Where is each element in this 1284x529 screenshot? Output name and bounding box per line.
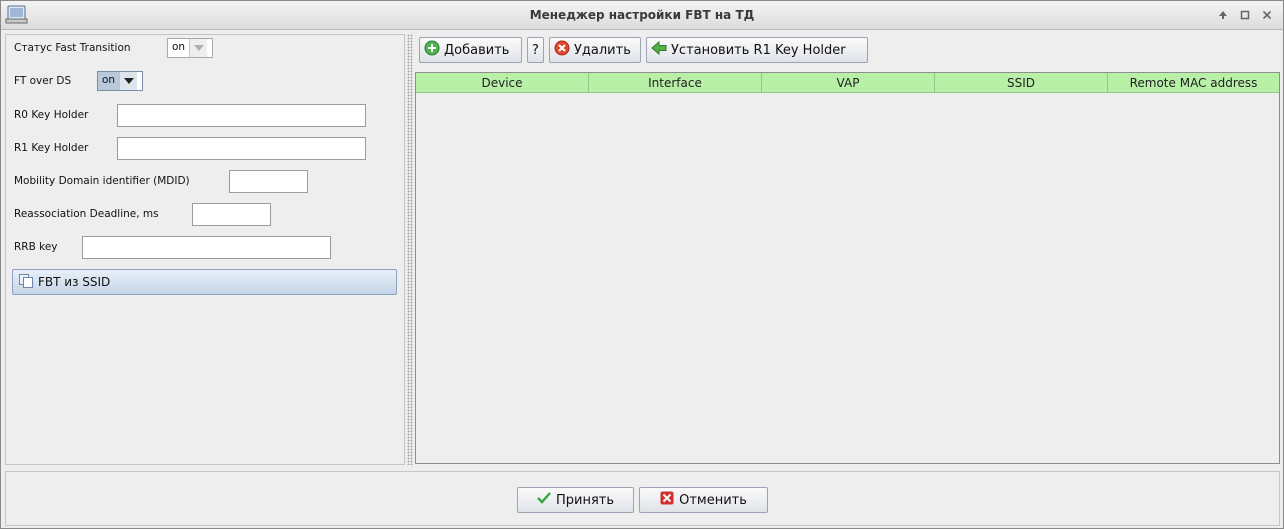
- column-header-interface[interactable]: Interface: [589, 73, 762, 93]
- reassociation-deadline-field[interactable]: [192, 203, 271, 226]
- cancel-button-label: Отменить: [679, 492, 747, 508]
- fbt-from-ssid-button[interactable]: FBT из SSID: [12, 269, 397, 295]
- r0-key-holder-field[interactable]: [117, 104, 366, 127]
- table-header: Device Interface VAP SSID Remote MAC add…: [416, 73, 1279, 93]
- fbt-from-ssid-label: FBT из SSID: [38, 275, 111, 289]
- mdid-label: Mobility Domain identifier (MDID): [14, 175, 190, 187]
- accept-button[interactable]: Принять: [517, 487, 634, 513]
- r1-key-holder-field[interactable]: [117, 137, 366, 160]
- column-header-device[interactable]: Device: [416, 73, 589, 93]
- set-r1-key-holder-button[interactable]: Установить R1 Key Holder: [646, 37, 868, 63]
- delete-circle-icon: [554, 40, 570, 60]
- r0-key-holder-label: R0 Key Holder: [14, 109, 89, 121]
- column-header-remote-mac[interactable]: Remote MAC address: [1108, 73, 1279, 93]
- reassociation-deadline-label: Reassociation Deadline, ms: [14, 208, 159, 220]
- add-button-label: Добавить: [444, 42, 510, 58]
- help-button[interactable]: ?: [527, 37, 544, 63]
- cancel-x-icon: [660, 491, 674, 509]
- set-r1-key-holder-label: Установить R1 Key Holder: [671, 42, 846, 58]
- devices-table[interactable]: Device Interface VAP SSID Remote MAC add…: [415, 72, 1280, 464]
- close-icon[interactable]: [1259, 7, 1275, 23]
- splitter-handle[interactable]: [407, 34, 413, 465]
- ft-status-label: Статус Fast Transition: [14, 42, 131, 54]
- window: Менеджер настройки FBT на ТД Статус Fast…: [0, 0, 1284, 529]
- checkmark-icon: [537, 492, 551, 508]
- maximize-icon[interactable]: [1215, 7, 1231, 23]
- devices-panel: Добавить ? Удалить Установить R1 Key Hol…: [414, 34, 1281, 465]
- delete-button[interactable]: Удалить: [549, 37, 641, 63]
- ft-status-value: on: [172, 41, 186, 53]
- window-title: Менеджер настройки FBT на ТД: [529, 8, 755, 22]
- ft-over-ds-label: FT over DS: [14, 75, 72, 87]
- ft-over-ds-select[interactable]: on: [97, 71, 143, 91]
- title-bar: Менеджер настройки FBT на ТД: [1, 1, 1283, 30]
- chevron-down-icon: [189, 39, 208, 57]
- ft-status-select[interactable]: on: [167, 38, 213, 58]
- arrow-left-icon: [651, 40, 667, 60]
- mdid-field[interactable]: [229, 170, 308, 193]
- cancel-button[interactable]: Отменить: [639, 487, 768, 513]
- ft-over-ds-value: on: [98, 72, 120, 90]
- dialog-footer: Принять Отменить: [5, 471, 1280, 526]
- r1-key-holder-label: R1 Key Holder: [14, 142, 89, 154]
- column-header-vap[interactable]: VAP: [762, 73, 935, 93]
- help-button-label: ?: [532, 42, 539, 58]
- delete-button-label: Удалить: [574, 42, 631, 58]
- rrb-key-field[interactable]: [82, 236, 331, 259]
- accept-button-label: Принять: [555, 492, 615, 508]
- add-button[interactable]: Добавить: [419, 37, 522, 63]
- chevron-down-icon: [119, 72, 138, 90]
- plus-circle-icon: [424, 40, 440, 60]
- column-header-ssid[interactable]: SSID: [935, 73, 1108, 93]
- copy-icon: [18, 273, 34, 292]
- restore-icon[interactable]: [1237, 7, 1253, 23]
- rrb-key-label: RRB key: [14, 241, 58, 253]
